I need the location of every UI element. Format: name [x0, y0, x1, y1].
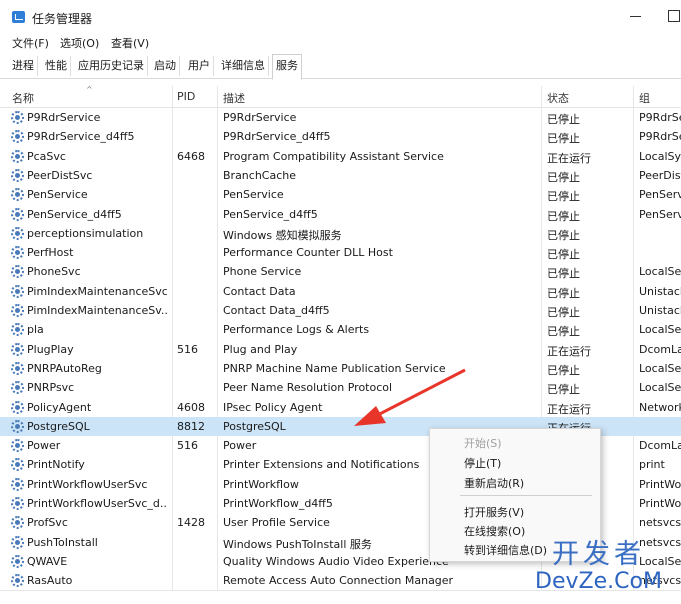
watermark-en: DevZe.CoM	[535, 569, 662, 594]
red-arrow-annotation	[354, 368, 466, 426]
watermark-cn: 开发者	[552, 539, 645, 570]
watermark-logo: 开发者 DevZe.CoM	[521, 540, 676, 600]
